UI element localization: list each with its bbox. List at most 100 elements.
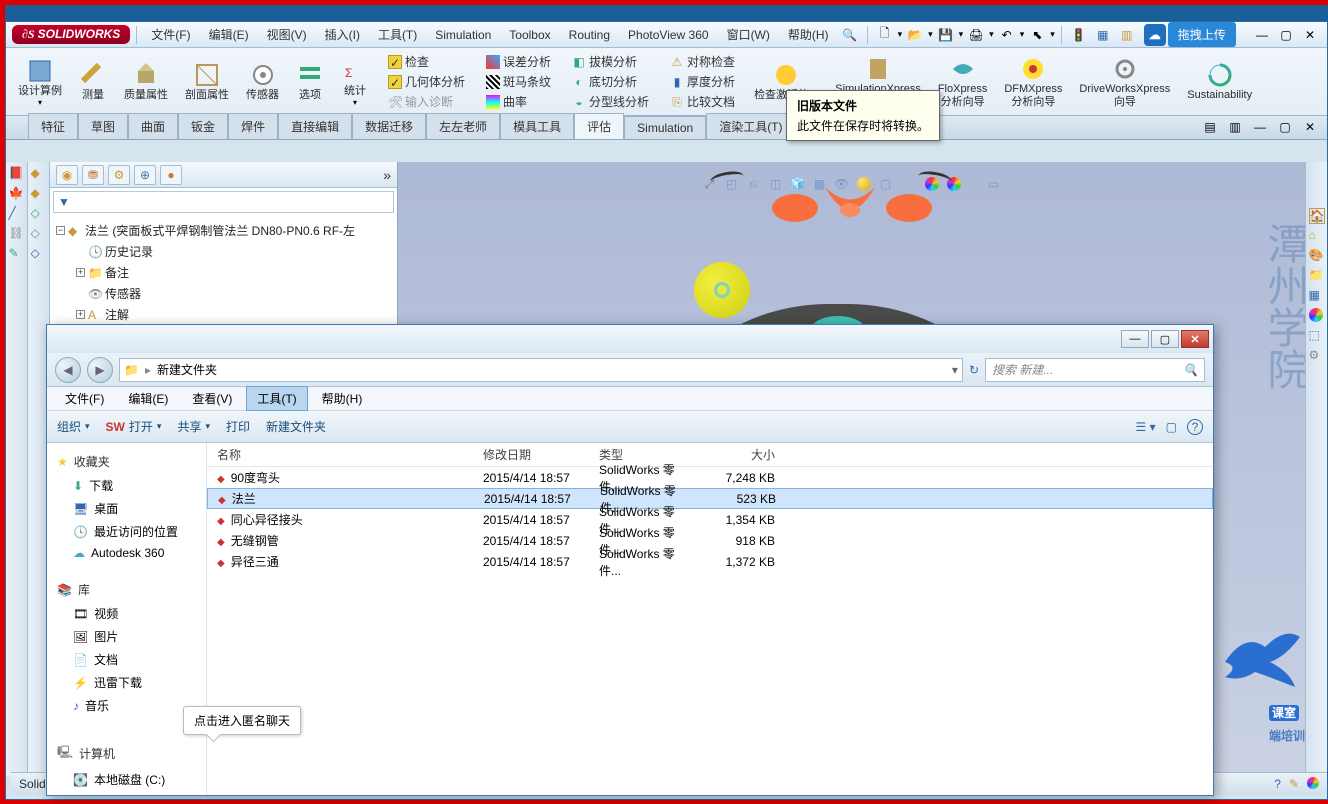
lt2-d-icon[interactable]: ◇ <box>31 226 47 242</box>
exp-print[interactable]: 打印 <box>226 418 250 435</box>
side-doc[interactable]: 📄文档 <box>47 648 206 671</box>
nav-back-icon[interactable]: ◀ <box>55 357 81 383</box>
tab-feature[interactable]: 特征 <box>28 113 78 139</box>
window-close-icon[interactable]: ✕ <box>1299 25 1321 45</box>
exp-open[interactable]: SW 打开 ▾ <box>106 418 162 435</box>
explorer-search[interactable]: 搜索 新建... 🔍 <box>985 358 1205 382</box>
fp-app-icon[interactable]: ⊕ <box>134 165 156 185</box>
exp-menu-edit[interactable]: 编辑(E) <box>118 387 178 410</box>
fp-conf-icon[interactable]: ⛃ <box>82 165 104 185</box>
rib-diag[interactable]: 🛠输入诊断 <box>386 92 455 111</box>
menu-simulation[interactable]: Simulation <box>427 25 499 45</box>
side-recent[interactable]: 🕓最近访问的位置 <box>47 520 206 543</box>
doc-min-icon[interactable]: — <box>1249 117 1271 137</box>
cloud-icon[interactable]: ☁ <box>1144 24 1166 46</box>
rib-measure[interactable]: 测量 <box>73 52 114 111</box>
refresh-icon[interactable]: ↻ <box>969 363 979 377</box>
tab-datamigr[interactable]: 数据迁移 <box>352 113 426 139</box>
screen-icon[interactable]: ▭ <box>985 175 1003 193</box>
menu-edit[interactable]: 编辑(E) <box>201 23 257 46</box>
side-downloads[interactable]: ⬇下载 <box>47 474 206 497</box>
expander-icon[interactable]: − <box>56 226 65 235</box>
tab-sim[interactable]: Simulation <box>624 116 706 139</box>
save-icon[interactable]: 💾 <box>935 25 957 45</box>
explorer-titlebar[interactable]: — ▢ ✕ <box>47 325 1213 353</box>
rt-gear-icon[interactable]: ⚙ <box>1309 348 1325 364</box>
rib-check[interactable]: ✓检查 <box>386 52 431 71</box>
doc-max-icon[interactable]: ▢ <box>1274 117 1296 137</box>
tree-root[interactable]: − ◆ 法兰 (突面板式平焊钢制管法兰 DN80-PN0.6 RF-左 <box>56 220 391 241</box>
fp-prop-icon[interactable]: ⚙ <box>108 165 130 185</box>
exp-menu-file[interactable]: 文件(F) <box>55 387 114 410</box>
file-row[interactable]: ◆90度弯头2015/4/14 18:57SolidWorks 零件...7,2… <box>207 467 1213 488</box>
menu-window[interactable]: 窗口(W) <box>719 23 778 46</box>
rib-err[interactable]: 误差分析 <box>484 52 553 71</box>
tab-sheetmetal[interactable]: 钣金 <box>178 113 228 139</box>
tree-history[interactable]: 🕓历史记录 <box>56 241 391 262</box>
menu-routing[interactable]: Routing <box>561 25 618 45</box>
lt-prop-icon[interactable]: ⛓ <box>9 226 25 242</box>
tab-eval[interactable]: 评估 <box>574 113 624 139</box>
side-diskc[interactable]: 💽本地磁盘 (C:) <box>47 768 206 791</box>
rib-undercut[interactable]: ◐底切分析 <box>570 72 639 91</box>
tree-annot[interactable]: +A注解 <box>56 304 391 325</box>
menu-file[interactable]: 文件(F) <box>143 23 198 46</box>
rib-dfm[interactable]: DFMXpress 分析向导 <box>998 52 1069 111</box>
undo-icon[interactable]: ↶ <box>996 25 1018 45</box>
explorer-max-icon[interactable]: ▢ <box>1151 330 1179 348</box>
side-desktop[interactable]: 🖥桌面 <box>47 497 206 520</box>
exp-menu-view[interactable]: 查看(V) <box>182 387 242 410</box>
open-icon[interactable]: 📂 <box>904 25 926 45</box>
rib-floxpress[interactable]: FloXpress 分析向导 <box>932 52 995 111</box>
tree-sensor[interactable]: 👁传感器 <box>56 283 391 304</box>
new-icon[interactable]: 🗋 <box>874 25 896 45</box>
fp-render-icon[interactable]: ● <box>160 165 182 185</box>
tab-directedit[interactable]: 直接编辑 <box>278 113 352 139</box>
collapse-icon[interactable]: » <box>383 167 391 183</box>
menu-photoview[interactable]: PhotoView 360 <box>620 25 717 45</box>
lt2-a-icon[interactable]: ◆ <box>31 166 47 182</box>
rt-ball-icon[interactable] <box>1309 308 1325 324</box>
print-icon[interactable]: 🖨 <box>965 25 987 45</box>
rib-stat[interactable]: Σ 统计▾ <box>335 52 376 111</box>
window-min-icon[interactable]: — <box>1251 25 1273 45</box>
side-thunder[interactable]: ⚡迅雷下载 <box>47 671 206 694</box>
side-favorites[interactable]: ★收藏夹 <box>47 449 206 474</box>
search-icon[interactable]: 🔍 <box>839 25 861 45</box>
menu-view[interactable]: 视图(V) <box>259 23 315 46</box>
col-date[interactable]: 修改日期 <box>473 446 589 463</box>
doc-close-icon[interactable]: ✕ <box>1299 117 1321 137</box>
side-computer[interactable]: 🖳计算机 <box>47 739 206 768</box>
prev-view-icon[interactable]: ⎌ <box>745 175 763 193</box>
rib-compare[interactable]: ⎘比较文档 <box>668 92 737 111</box>
rib-options[interactable]: 选项 <box>290 52 331 111</box>
rib-sensor[interactable]: 传感器 <box>240 52 286 111</box>
rib-parting[interactable]: ◒分型线分析 <box>570 92 651 111</box>
exp-preview-icon[interactable]: ▢ <box>1166 420 1177 434</box>
rt-palette-icon[interactable]: 🎨 <box>1309 248 1325 264</box>
lt-book-icon[interactable]: 📕 <box>9 166 25 182</box>
tab-teacher[interactable]: 左左老师 <box>426 113 500 139</box>
rebuild-icon[interactable]: ▦ <box>1092 25 1114 45</box>
rt-folder-icon[interactable]: 📁 <box>1309 268 1325 284</box>
rib-thick[interactable]: ▮厚度分析 <box>668 72 737 91</box>
doc-tile-v-icon[interactable]: ▥ <box>1224 117 1246 137</box>
tab-render[interactable]: 渲染工具(T) <box>706 113 795 139</box>
view-orient-icon[interactable]: 🧊 <box>789 175 807 193</box>
fp-fm-icon[interactable]: ◉ <box>56 165 78 185</box>
exp-share[interactable]: 共享 ▾ <box>177 418 210 435</box>
traffic-icon[interactable]: 🚦 <box>1068 25 1090 45</box>
tab-sketch[interactable]: 草图 <box>78 113 128 139</box>
lt2-e-icon[interactable]: ◇ <box>31 246 47 262</box>
lt2-b-icon[interactable]: ◆ <box>31 186 47 202</box>
rib-section[interactable]: 剖面属性 <box>179 52 236 111</box>
menu-insert[interactable]: 插入(I) <box>317 23 368 46</box>
lt-mag-icon[interactable]: 🍁 <box>9 186 25 202</box>
menu-toolbox[interactable]: Toolbox <box>501 25 558 45</box>
side-pic[interactable]: 🖼图片 <box>47 625 206 648</box>
tab-surface[interactable]: 曲面 <box>128 113 178 139</box>
address-bar[interactable]: 📁 ▸ 新建文件夹 ▾ <box>119 358 963 382</box>
breadcrumb[interactable]: 新建文件夹 <box>157 361 217 378</box>
exp-newfolder[interactable]: 新建文件夹 <box>266 418 326 435</box>
lt-green-icon[interactable]: ✎ <box>9 246 25 262</box>
